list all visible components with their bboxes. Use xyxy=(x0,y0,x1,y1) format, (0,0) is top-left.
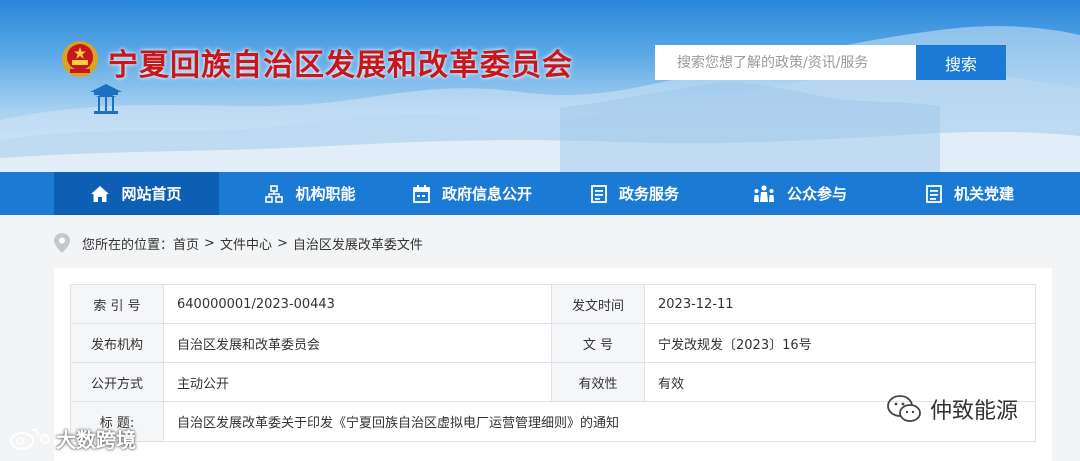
watermark-text: 大数跨境 xyxy=(56,428,136,452)
meta-label: 公开方式 xyxy=(70,362,164,402)
nav-item-services[interactable]: 政务服务 xyxy=(580,172,690,215)
breadcrumb-file-center[interactable]: 文件中心 xyxy=(220,234,272,253)
national-emblem-icon xyxy=(62,41,98,77)
nav-label: 政府信息公开 xyxy=(441,185,532,203)
weibo-icon xyxy=(10,428,50,450)
home-icon xyxy=(91,185,110,202)
breadcrumb-ndrc-files[interactable]: 自治区发展改革委文件 xyxy=(293,234,423,253)
nav-item-participation[interactable]: 公众参与 xyxy=(745,172,855,215)
table-row: 索 引 号 640000001/2023-00443 发文时间 2023-12-… xyxy=(70,284,1036,324)
location-pin-icon xyxy=(54,233,70,253)
breadcrumb-separator: > xyxy=(276,235,288,251)
meta-label: 有效性 xyxy=(551,362,645,402)
calendar-icon xyxy=(413,184,430,203)
nav-item-home[interactable]: 网站首页 xyxy=(54,172,219,215)
meta-value: 宁发改规发〔2023〕16号 xyxy=(644,323,1036,363)
breadcrumb-prefix: 您所在的位置： xyxy=(82,237,174,253)
meta-value: 640000001/2023-00443 xyxy=(163,284,552,324)
meta-label: 发布机构 xyxy=(70,323,164,363)
table-row: 发布机构 自治区发展和改革委员会 文 号 宁发改规发〔2023〕16号 xyxy=(70,323,1036,363)
meta-label: 发文时间 xyxy=(551,284,645,324)
mountain-landscape xyxy=(0,26,1080,172)
nav-item-party-building[interactable]: 机关党建 xyxy=(915,172,1025,215)
nav-label: 机关党建 xyxy=(953,185,1014,203)
wechat-icon xyxy=(887,395,921,422)
org-chart-icon xyxy=(265,184,284,203)
meta-label: 索 引 号 xyxy=(70,284,164,324)
search-input[interactable] xyxy=(655,45,916,80)
document-icon xyxy=(926,184,942,203)
site-title[interactable]: 宁夏回族自治区发展和改革委员会 xyxy=(108,40,573,84)
document-info-card: 索 引 号 640000001/2023-00443 发文时间 2023-12-… xyxy=(54,268,1052,461)
document-list-icon xyxy=(591,184,607,203)
nav-label: 机构职能 xyxy=(295,185,356,203)
nav-label: 公众参与 xyxy=(786,185,847,203)
watermark-right: 仲致能源 xyxy=(886,393,1018,425)
pavilion-logo-icon xyxy=(90,84,122,114)
breadcrumb: 您所在的位置： 首页 > 文件中心 > 自治区发展改革委文件 xyxy=(54,232,423,254)
main-nav: 网站首页 机构职能 政府信息公开 政务服务 公众参与 机关党建 xyxy=(0,172,1080,215)
watermark-text: 仲致能源 xyxy=(930,399,1019,424)
search-button[interactable]: 搜索 xyxy=(916,45,1006,80)
meta-value: 主动公开 xyxy=(163,362,552,402)
nav-item-organization[interactable]: 机构职能 xyxy=(248,172,373,215)
breadcrumb-separator: > xyxy=(204,235,215,251)
meta-value: 2023-12-11 xyxy=(644,284,1036,324)
nav-label: 政务服务 xyxy=(618,185,679,203)
breadcrumb-home[interactable]: 首页 xyxy=(173,234,199,253)
meta-label: 文 号 xyxy=(551,323,645,363)
header-banner: 宁夏回族自治区发展和改革委员会 搜索 xyxy=(0,0,1080,172)
nav-label: 网站首页 xyxy=(121,185,182,203)
watermark-left: 大数跨境 xyxy=(8,424,136,453)
nav-item-gov-info[interactable]: 政府信息公开 xyxy=(405,172,540,215)
meta-value: 自治区发展和改革委员会 xyxy=(163,323,552,363)
people-icon xyxy=(753,184,774,202)
